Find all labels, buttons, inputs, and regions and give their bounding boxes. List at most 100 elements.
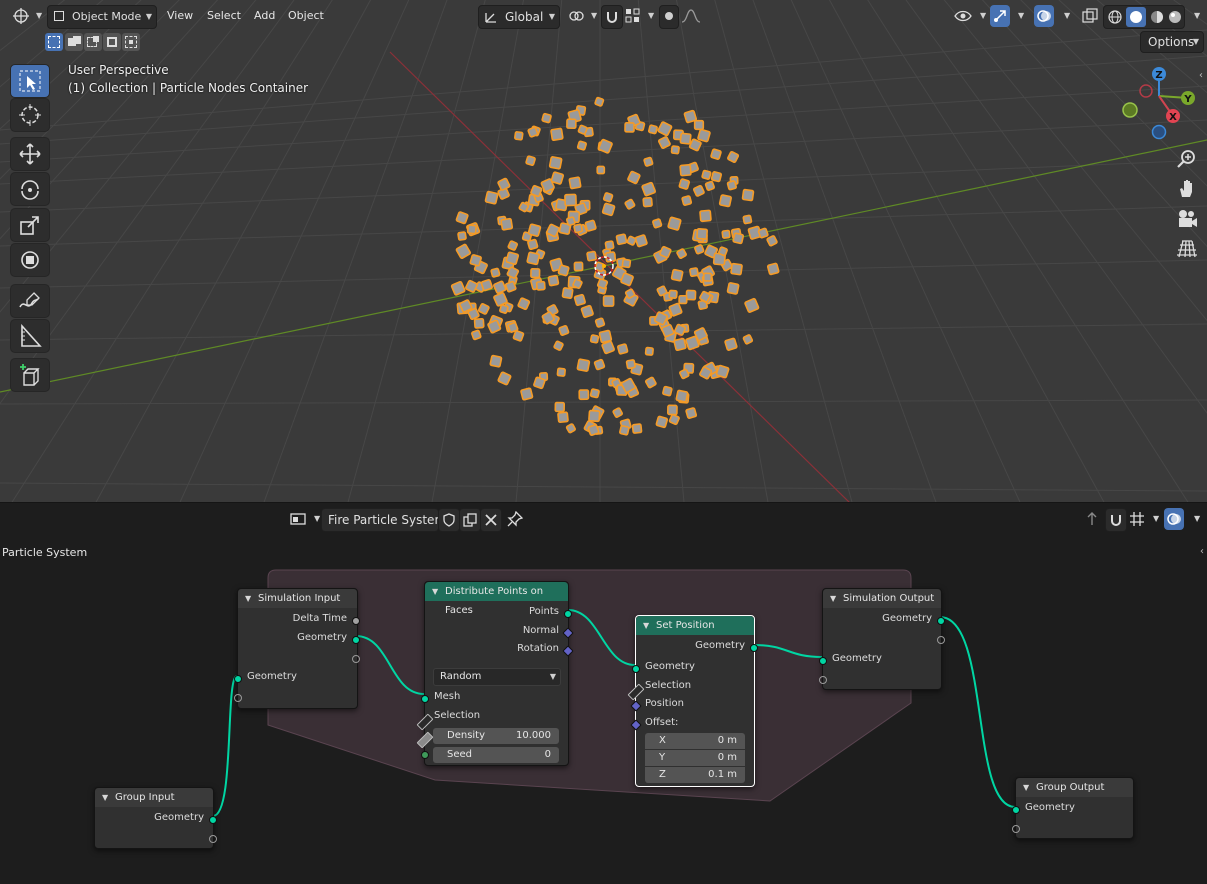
tool-select-box[interactable] <box>10 64 50 98</box>
viewport-grid <box>0 0 1207 503</box>
mode-select[interactable]: Object Mode ▼ <box>47 5 157 29</box>
shading-group <box>1103 5 1185 29</box>
offset-y-field[interactable]: Y 0 m <box>645 750 745 766</box>
snap-toggle[interactable] <box>601 5 623 29</box>
neg-x-handle[interactable] <box>1139 84 1153 98</box>
collapse-icon[interactable]: ▼ <box>1023 778 1029 797</box>
node-distribute-points-on-faces[interactable]: ▼ Distribute Points on Faces Points Norma… <box>416 581 574 766</box>
seed-field[interactable]: Seed 0 <box>433 747 559 763</box>
pan-button[interactable] <box>1173 176 1201 202</box>
particle-cube <box>644 376 657 389</box>
node-header[interactable]: ▼ Distribute Points on Faces <box>425 582 568 616</box>
socket-virtual-out[interactable] <box>352 655 360 663</box>
orientation-select[interactable]: Global ▼ <box>478 5 560 29</box>
projection-toggle[interactable] <box>1173 236 1201 262</box>
density-field[interactable]: Density 10.000 <box>433 728 559 744</box>
offset-x-value: 0 m <box>717 735 737 746</box>
node-header[interactable]: ▼ Group Output <box>1016 778 1133 797</box>
select-intersect-icon[interactable] <box>122 33 140 51</box>
tool-move[interactable] <box>10 137 50 171</box>
node-simulation-output[interactable]: ▼ Simulation Output Geometry Geometry <box>819 588 945 690</box>
socket-geometry-in[interactable] <box>819 657 827 665</box>
menu-add[interactable]: Add <box>247 5 282 27</box>
node-header[interactable]: ▼ Set Position <box>636 616 754 635</box>
socket-geometry-out[interactable] <box>750 644 758 652</box>
select-invert-icon[interactable] <box>103 33 121 51</box>
node-simulation-input[interactable]: ▼ Simulation Input Delta Time Geometry Ge… <box>234 588 360 709</box>
overlay-toggle[interactable] <box>1034 5 1054 27</box>
particle-cube <box>527 238 539 251</box>
node-set-position[interactable]: ▼ Set Position Geometry Geometry Selectio… <box>627 615 758 787</box>
socket-label-points: Points <box>528 606 559 617</box>
pivot-button[interactable]: ▼ <box>566 5 597 27</box>
tool-rotate[interactable] <box>10 172 50 206</box>
collapse-icon[interactable]: ▼ <box>432 582 438 601</box>
socket-geometry-out[interactable] <box>352 636 360 644</box>
gizmo-toggle[interactable] <box>990 5 1010 27</box>
tool-measure[interactable] <box>10 319 50 353</box>
tool-scale[interactable] <box>10 208 50 242</box>
select-extend-icon[interactable] <box>65 33 83 51</box>
menu-view[interactable]: View <box>160 5 200 27</box>
socket-geometry-out[interactable] <box>209 816 217 824</box>
node-header[interactable]: ▼ Simulation Output <box>823 589 941 608</box>
socket-points[interactable] <box>564 610 572 618</box>
socket-geometry-in[interactable] <box>234 675 242 683</box>
menu-select[interactable]: Select <box>200 5 248 27</box>
collapse-icon[interactable]: ▼ <box>245 589 251 608</box>
tool-cursor[interactable] <box>10 98 50 132</box>
select-subtract-icon[interactable] <box>84 33 102 51</box>
socket-geometry-in[interactable] <box>1012 806 1020 814</box>
menu-object[interactable]: Object <box>281 5 331 27</box>
socket-delta-time[interactable] <box>352 617 360 625</box>
socket-label-geometry-out: Geometry <box>695 640 745 651</box>
collapse-icon[interactable]: ▼ <box>643 616 649 635</box>
3d-viewport[interactable]: ▼ Object Mode ▼ View Select Add Object G… <box>0 0 1207 503</box>
snap-target-button[interactable]: ▼ <box>622 5 654 27</box>
collapse-icon[interactable]: ▼ <box>830 589 836 608</box>
shading-dropdown-icon[interactable]: ▼ <box>1194 11 1200 20</box>
overlay-dropdown-icon[interactable]: ▼ <box>1064 11 1070 20</box>
visibility-button[interactable]: ▼ <box>952 5 986 27</box>
rendered-shading-icon[interactable] <box>1167 9 1183 25</box>
gizmo-dropdown-icon[interactable]: ▼ <box>1018 11 1024 20</box>
socket-virtual-in[interactable] <box>819 676 827 684</box>
proportional-edit-toggle[interactable] <box>659 5 679 29</box>
socket-seed[interactable] <box>421 751 429 759</box>
node-group-output[interactable]: ▼ Group Output Geometry <box>1012 777 1134 839</box>
socket-virtual-out[interactable] <box>937 636 945 644</box>
node-editor[interactable]: ▼ Fire Particle System ▼ ▼ Particle Syst… <box>0 503 1207 884</box>
offset-z-field[interactable]: Z 0.1 m <box>645 767 745 783</box>
sidebar-toggle-icon[interactable]: ‹ <box>1199 70 1203 81</box>
editor-type-button[interactable]: ▼ <box>8 5 42 27</box>
navigation-gizmo[interactable]: Z Y X <box>1115 62 1205 144</box>
socket-geometry-out[interactable] <box>937 617 945 625</box>
options-button[interactable]: Options ▼ <box>1140 31 1204 53</box>
zoom-button[interactable] <box>1173 146 1201 172</box>
socket-geometry-in[interactable] <box>632 665 640 673</box>
falloff-button[interactable] <box>679 5 705 27</box>
offset-x-field[interactable]: X 0 m <box>645 733 745 749</box>
xray-toggle[interactable] <box>1080 5 1100 27</box>
wireframe-shading-icon[interactable] <box>1107 9 1123 25</box>
socket-virtual-out[interactable] <box>209 835 217 843</box>
neg-z-handle[interactable] <box>1151 124 1167 140</box>
solid-shading-icon[interactable] <box>1126 7 1146 27</box>
camera-view-button[interactable] <box>1173 206 1201 232</box>
socket-virtual-in[interactable] <box>234 694 242 702</box>
socket-virtual-in[interactable] <box>1012 825 1020 833</box>
node-header[interactable]: ▼ Simulation Input <box>238 589 357 608</box>
material-shading-icon[interactable] <box>1149 9 1165 25</box>
tool-add-cube[interactable] <box>10 358 50 392</box>
camera-icon <box>1179 210 1197 227</box>
neg-y-handle[interactable] <box>1122 102 1138 118</box>
distribute-method-select[interactable]: Random ▼ <box>433 668 561 686</box>
tool-annotate[interactable] <box>10 284 50 318</box>
select-new-icon[interactable] <box>45 33 63 51</box>
node-header[interactable]: ▼ Group Input <box>95 788 213 807</box>
tool-transform[interactable] <box>10 243 50 277</box>
node-group-input[interactable]: ▼ Group Input Geometry <box>94 787 217 849</box>
node-title: Set Position <box>656 620 715 631</box>
collapse-icon[interactable]: ▼ <box>102 788 108 807</box>
socket-mesh[interactable] <box>421 695 429 703</box>
